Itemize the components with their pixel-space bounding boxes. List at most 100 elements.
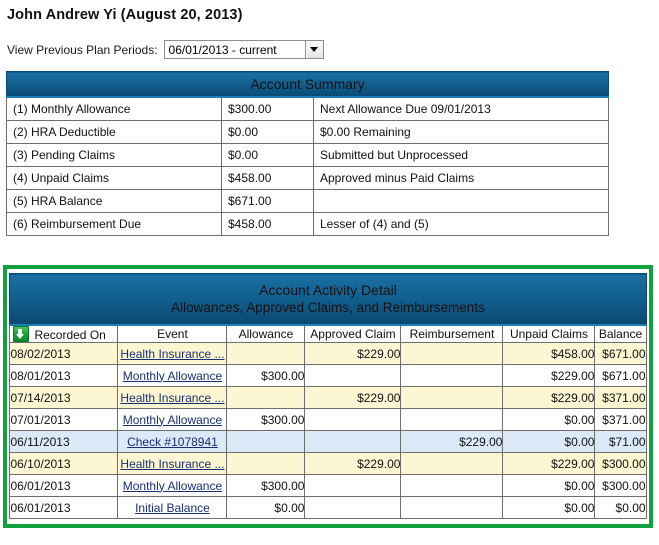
cell-balance: $371.00 — [595, 387, 646, 409]
column-header-unpaid-claims[interactable]: Unpaid Claims — [503, 325, 595, 343]
summary-row-note: Next Allowance Due 09/01/2013 — [314, 97, 609, 121]
summary-row-label: (6) Reimbursement Due — [7, 213, 222, 236]
summary-row-amount: $300.00 — [222, 97, 314, 121]
sort-descending-icon[interactable] — [13, 326, 29, 342]
cell-allowance: $300.00 — [227, 365, 305, 387]
cell-unpaid: $0.00 — [503, 431, 595, 453]
cell-approved — [305, 475, 401, 497]
account-activity-panel: Account Activity Detail Allowances, Appr… — [3, 265, 653, 528]
cell-allowance — [227, 343, 305, 365]
table-row: (6) Reimbursement Due $458.00 Lesser of … — [7, 213, 609, 236]
cell-unpaid: $229.00 — [503, 365, 595, 387]
table-row: (5) HRA Balance $671.00 — [7, 190, 609, 213]
event-link[interactable]: Monthly Allowance — [123, 413, 222, 427]
cell-reimbursement: $229.00 — [401, 431, 503, 453]
account-activity-table: Account Activity Detail Allowances, Appr… — [9, 273, 646, 519]
event-link[interactable]: Check #1078941 — [127, 435, 218, 449]
cell-approved: $229.00 — [305, 343, 401, 365]
cell-date: 06/10/2013 — [10, 453, 118, 475]
cell-balance: $300.00 — [595, 475, 646, 497]
table-row: (4) Unpaid Claims $458.00 Approved minus… — [7, 167, 609, 190]
cell-unpaid: $229.00 — [503, 453, 595, 475]
cell-approved — [305, 409, 401, 431]
cell-event: Check #1078941 — [118, 431, 227, 453]
summary-row-note — [314, 190, 609, 213]
table-row: (2) HRA Deductible $0.00 $0.00 Remaining — [7, 121, 609, 144]
cell-allowance: $300.00 — [227, 409, 305, 431]
cell-reimbursement — [401, 453, 503, 475]
table-row: 06/11/2013 Check #1078941 $229.00 $0.00 … — [10, 431, 646, 453]
cell-event: Health Insurance ... — [118, 387, 227, 409]
event-link[interactable]: Initial Balance — [135, 501, 210, 515]
summary-row-amount: $458.00 — [222, 167, 314, 190]
table-row: 06/01/2013 Monthly Allowance $300.00 $0.… — [10, 475, 646, 497]
account-activity-heading: Account Activity Detail Allowances, Appr… — [10, 274, 646, 326]
cell-date: 07/14/2013 — [10, 387, 118, 409]
cell-balance: $671.00 — [595, 343, 646, 365]
summary-row-amount: $0.00 — [222, 144, 314, 167]
cell-balance: $371.00 — [595, 409, 646, 431]
cell-date: 06/01/2013 — [10, 497, 118, 519]
cell-allowance: $0.00 — [227, 497, 305, 519]
column-header-allowance[interactable]: Allowance — [227, 325, 305, 343]
column-header-event[interactable]: Event — [118, 325, 227, 343]
cell-approved: $229.00 — [305, 453, 401, 475]
table-row: 07/01/2013 Monthly Allowance $300.00 $0.… — [10, 409, 646, 431]
cell-unpaid: $0.00 — [503, 497, 595, 519]
cell-approved: $229.00 — [305, 387, 401, 409]
summary-row-label: (4) Unpaid Claims — [7, 167, 222, 190]
cell-balance: $0.00 — [595, 497, 646, 519]
summary-row-label: (3) Pending Claims — [7, 144, 222, 167]
cell-unpaid: $229.00 — [503, 387, 595, 409]
table-row: (1) Monthly Allowance $300.00 Next Allow… — [7, 97, 609, 121]
summary-row-amount: $671.00 — [222, 190, 314, 213]
cell-approved — [305, 365, 401, 387]
cell-date: 06/11/2013 — [10, 431, 118, 453]
summary-row-amount: $0.00 — [222, 121, 314, 144]
cell-date: 06/01/2013 — [10, 475, 118, 497]
column-header-balance[interactable]: Balance — [595, 325, 646, 343]
event-link[interactable]: Health Insurance ... — [120, 391, 224, 405]
column-header-reimbursement[interactable]: Reimbursement — [401, 325, 503, 343]
summary-row-amount: $458.00 — [222, 213, 314, 236]
event-link[interactable]: Monthly Allowance — [123, 369, 222, 383]
account-summary-table: Account Summary (1) Monthly Allowance $3… — [6, 71, 609, 236]
cell-balance: $71.00 — [595, 431, 646, 453]
summary-row-label: (5) HRA Balance — [7, 190, 222, 213]
cell-unpaid: $0.00 — [503, 409, 595, 431]
table-row: 08/01/2013 Monthly Allowance $300.00 $22… — [10, 365, 646, 387]
table-row: 07/14/2013 Health Insurance ... $229.00 … — [10, 387, 646, 409]
chevron-down-icon[interactable] — [305, 41, 323, 58]
account-summary-body: (1) Monthly Allowance $300.00 Next Allow… — [7, 97, 609, 236]
page-title: John Andrew Yi (August 20, 2013) — [7, 7, 659, 23]
summary-row-note: Lesser of (4) and (5) — [314, 213, 609, 236]
cell-date: 08/02/2013 — [10, 343, 118, 365]
cell-event: Health Insurance ... — [118, 343, 227, 365]
column-header-recorded-on[interactable]: Recorded On — [10, 325, 118, 343]
event-link[interactable]: Monthly Allowance — [123, 479, 222, 493]
event-link[interactable]: Health Insurance ... — [120, 347, 224, 361]
activity-heading-line2: Allowances, Approved Claims, and Reimbur… — [10, 299, 645, 317]
cell-reimbursement — [401, 365, 503, 387]
plan-period-row: View Previous Plan Periods: 06/01/2013 -… — [7, 40, 659, 59]
table-row: (3) Pending Claims $0.00 Submitted but U… — [7, 144, 609, 167]
column-header-approved-claim[interactable]: Approved Claim — [305, 325, 401, 343]
table-row: 06/10/2013 Health Insurance ... $229.00 … — [10, 453, 646, 475]
table-row: 06/01/2013 Initial Balance $0.00 $0.00 $… — [10, 497, 646, 519]
summary-row-label: (2) HRA Deductible — [7, 121, 222, 144]
cell-event: Monthly Allowance — [118, 475, 227, 497]
cell-reimbursement — [401, 497, 503, 519]
cell-event: Health Insurance ... — [118, 453, 227, 475]
event-link[interactable]: Health Insurance ... — [120, 457, 224, 471]
caret-glyph — [310, 47, 318, 52]
cell-reimbursement — [401, 475, 503, 497]
plan-period-selected-value: 06/01/2013 - current — [165, 41, 305, 58]
cell-approved — [305, 431, 401, 453]
summary-row-note: Approved minus Paid Claims — [314, 167, 609, 190]
table-row: 08/02/2013 Health Insurance ... $229.00 … — [10, 343, 646, 365]
plan-period-label: View Previous Plan Periods: — [7, 43, 158, 57]
summary-row-note: Submitted but Unprocessed — [314, 144, 609, 167]
cell-date: 07/01/2013 — [10, 409, 118, 431]
plan-period-select[interactable]: 06/01/2013 - current — [164, 40, 324, 59]
cell-allowance: $300.00 — [227, 475, 305, 497]
